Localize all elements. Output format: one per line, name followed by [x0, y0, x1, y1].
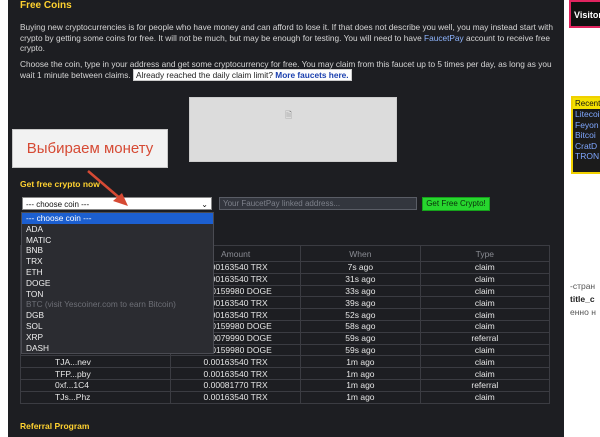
claim-when: 7s ago	[300, 261, 421, 274]
claim-amount: 0.00163540 TRX	[170, 390, 302, 404]
recent-header: Recent	[573, 98, 600, 109]
broken-image-icon: 🗎	[285, 110, 293, 120]
annotation-callout: Выбираем монету	[12, 129, 168, 168]
recent-link[interactable]: Feyon	[573, 120, 600, 131]
claim-address: 0xf...1C4	[19, 378, 172, 392]
table-row: TJA...nev 0.00163540 TRX 1m ago claim	[19, 355, 551, 369]
address-input[interactable]: Your FaucetPay linked address...	[219, 197, 417, 210]
instructions-paragraph: Choose the coin, type in your address an…	[20, 59, 555, 81]
claim-when: 52s ago	[300, 308, 421, 321]
recent-link[interactable]: Bitcoi	[573, 130, 600, 141]
coin-select[interactable]: --- choose coin --- ⌄	[22, 197, 212, 210]
coin-dropdown-list[interactable]: --- choose coin --- ADA MATIC BNB TRX ETH DOGE…	[21, 212, 214, 354]
faucetpay-link[interactable]: FaucetPay	[424, 33, 464, 43]
more-faucets-link[interactable]: More faucets here.	[275, 70, 348, 80]
claim-when: 59s ago	[300, 331, 421, 345]
coin-option: BTC (visit Yescoiner.com to earn Bitcoin…	[26, 299, 176, 310]
coin-option[interactable]: DASH	[22, 343, 213, 354]
claim-type: claim	[419, 272, 551, 286]
coin-option[interactable]: MATIC	[22, 235, 213, 246]
claim-type: referral	[419, 331, 551, 345]
claim-type: claim	[419, 308, 551, 321]
col-when-header: When	[300, 245, 421, 262]
claim-when: 1m ago	[300, 367, 421, 380]
get-free-crypto-button[interactable]: Get Free Crypto!	[422, 197, 490, 211]
coin-option[interactable]: SOL	[22, 321, 213, 332]
referral-program-heading: Referral Program	[20, 421, 90, 431]
limit-note-text: Already reached the daily claim limit?	[136, 69, 273, 80]
claim-when: 1m ago	[300, 355, 421, 369]
claim-when: 33s ago	[300, 284, 421, 298]
claim-type: claim	[419, 367, 551, 380]
claim-type: claim	[419, 296, 551, 310]
claim-address: TFP...pby	[19, 367, 172, 380]
claim-type: claim	[419, 390, 551, 404]
claim-amount: 0.00163540 TRX	[170, 355, 302, 369]
claim-type: claim	[419, 319, 551, 333]
recent-link[interactable]: CratD	[573, 141, 600, 152]
table-row: 0xf...1C4 0.00081770 TRX 1m ago referral	[19, 378, 551, 392]
recent-widget: Recent Litecoi Feyon Bitcoi CratD TRON	[571, 96, 600, 174]
recent-link[interactable]: TRON	[573, 151, 600, 162]
claim-when: 1m ago	[300, 378, 421, 392]
claim-when: 39s ago	[300, 296, 421, 310]
claim-when: 59s ago	[300, 343, 421, 357]
table-row: TFP...pby 0.00163540 TRX 1m ago claim	[19, 367, 551, 380]
coin-option[interactable]: --- choose coin ---	[22, 213, 213, 224]
claim-when: 58s ago	[300, 319, 421, 333]
claim-amount: 0.00163540 TRX	[170, 367, 302, 380]
sidebar-text-2: title_c	[570, 294, 595, 304]
coin-option[interactable]: TRX	[22, 256, 213, 267]
claim-address: TJs...Phz	[19, 390, 172, 404]
ad-placeholder[interactable]: 🗎	[189, 97, 397, 162]
page-title: Free Coins	[20, 0, 72, 11]
sidebar-text-3: енно н	[570, 307, 596, 317]
coin-option[interactable]: ADA	[22, 224, 213, 235]
claim-type: claim	[419, 284, 551, 298]
coin-option[interactable]: XRP	[22, 332, 213, 343]
claim-when: 1m ago	[300, 390, 421, 404]
coin-option[interactable]: BNB	[22, 245, 213, 256]
coin-select-value: --- choose coin ---	[26, 200, 90, 209]
table-row: TJs...Phz 0.00163540 TRX 1m ago claim	[19, 390, 551, 404]
chevron-down-icon: ⌄	[201, 200, 208, 209]
claim-type: claim	[419, 261, 551, 274]
claim-amount: 0.00081770 TRX	[170, 378, 302, 392]
claim-type: claim	[419, 343, 551, 357]
claim-when: 31s ago	[300, 272, 421, 286]
coin-option[interactable]: DOGE	[22, 278, 213, 289]
visitor-widget[interactable]: Visitor	[569, 0, 600, 28]
claim-address: TJA...nev	[19, 355, 172, 369]
sidebar-text-1: -стран	[570, 281, 596, 291]
coin-option[interactable]: TON	[22, 289, 213, 300]
coin-option[interactable]: ETH	[22, 267, 213, 278]
claim-type: referral	[419, 378, 551, 392]
recent-link[interactable]: Litecoi	[573, 109, 600, 120]
intro-paragraph: Buying new cryptocurrencies is for peopl…	[20, 22, 555, 54]
col-type-header: Type	[419, 245, 551, 262]
get-free-crypto-heading: Get free crypto now	[20, 179, 100, 189]
limit-note: Already reached the daily claim limit? M…	[133, 68, 352, 81]
coin-option[interactable]: DGB	[22, 310, 213, 321]
main-panel: Free Coins Buying new cryptocurrencies i…	[8, 0, 564, 437]
claim-type: claim	[419, 355, 551, 369]
